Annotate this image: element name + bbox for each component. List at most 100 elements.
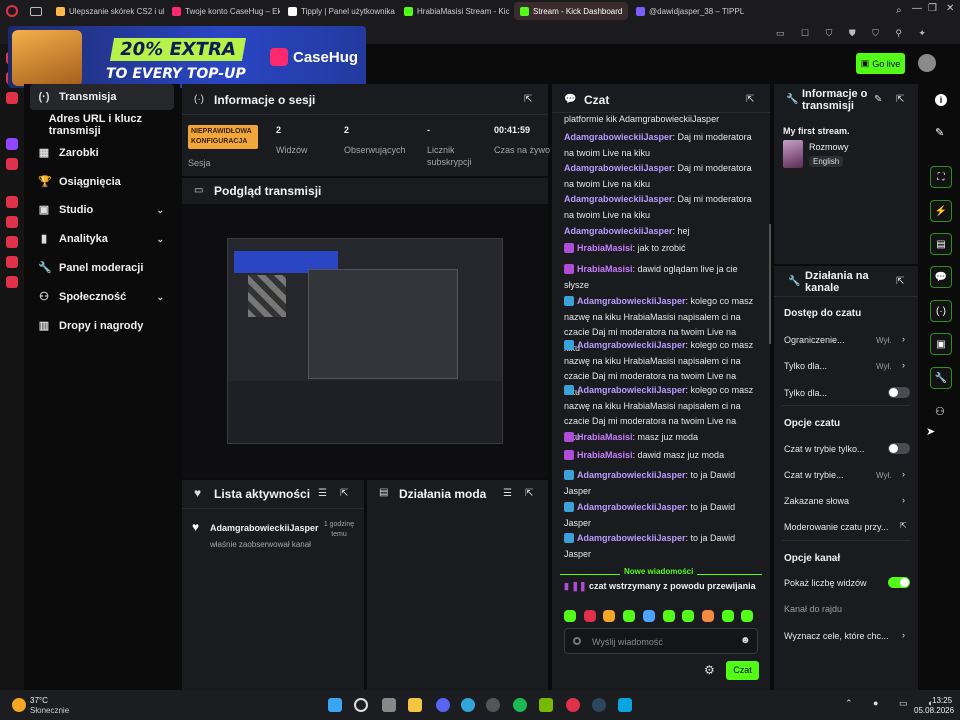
popout-icon[interactable]: ⇱: [896, 94, 904, 105]
emote-icon[interactable]: [642, 610, 655, 622]
tab-overview-icon[interactable]: [30, 6, 42, 16]
chat-username[interactable]: HrabiaMasisi: [577, 243, 633, 253]
emote-icon[interactable]: [564, 610, 576, 622]
avatar[interactable]: [918, 54, 936, 72]
browser-tab[interactable]: @dawidjasper_38 – TIPPLY: [630, 2, 744, 20]
twitch-icon[interactable]: [6, 138, 18, 150]
sidebar-item[interactable]: ▮ Analityka ⌄: [30, 226, 174, 252]
filter-icon[interactable]: ☰: [503, 488, 512, 499]
close-icon[interactable]: ✕: [946, 3, 954, 14]
browser-sidebar-icon[interactable]: [6, 158, 18, 170]
file-explorer-icon[interactable]: [408, 698, 422, 712]
edge-icon[interactable]: [461, 698, 475, 712]
edit-icon[interactable]: ✎: [874, 94, 882, 105]
sidebar-item[interactable]: Adres URL i klucz transmisji: [30, 112, 174, 138]
sidebar-item[interactable]: 🏆 Osiągnięcia: [30, 169, 174, 195]
banned-words-setting[interactable]: Zakazane słowa: [784, 496, 849, 506]
chat-username[interactable]: HrabiaMasisi: [577, 264, 633, 274]
notes-icon[interactable]: ▤: [930, 233, 952, 255]
taskbar-search-icon[interactable]: [354, 698, 368, 712]
chat-scrollbar[interactable]: [769, 224, 771, 344]
browser-extension-icons[interactable]: ▭ ☐ ⛉ ⛊ ⛉ ⚲ ✦: [776, 28, 933, 39]
followers-only-setting[interactable]: Tylko dla...: [784, 361, 827, 371]
emote-icon[interactable]: [701, 610, 714, 622]
community-icon[interactable]: ⚇: [935, 405, 945, 418]
spotify-icon[interactable]: [513, 698, 527, 712]
chat-input[interactable]: Wyślij wiadomość ☻: [564, 628, 758, 654]
chat-username[interactable]: AdamgrabowieckiiJasper: [577, 340, 686, 350]
send-chat-button[interactable]: Czat: [726, 661, 759, 680]
chat-username[interactable]: AdamgrabowieckiiJasper: [564, 226, 673, 236]
sidebar-item[interactable]: ▣ Studio ⌄: [30, 197, 174, 223]
lightning-icon[interactable]: ⚡: [930, 200, 952, 222]
auto-moderation-setting[interactable]: Moderowanie czatu przy...: [784, 522, 888, 532]
chat-username[interactable]: AdamgrabowieckiiJasper: [577, 502, 686, 512]
browser-tab[interactable]: Ulepszanie skórek CS2 i ul: [50, 2, 164, 20]
emote-icon[interactable]: [623, 610, 636, 622]
search-icon[interactable]: ⌕: [896, 5, 902, 16]
chat-username[interactable]: HrabiaMasisi: [577, 450, 633, 460]
emote-icon[interactable]: [662, 610, 675, 622]
browser-sidebar-icon[interactable]: [6, 196, 18, 208]
chat-username[interactable]: AdamgrabowieckiiJasper: [564, 163, 673, 173]
broadcast-icon[interactable]: (·): [930, 300, 952, 322]
browser-sidebar-icon[interactable]: [6, 216, 18, 228]
chevron-right-icon[interactable]: ›: [902, 334, 905, 344]
wrench-icon[interactable]: 🔧: [930, 367, 952, 389]
chat-bubble-icon[interactable]: 💬: [930, 266, 952, 288]
go-live-button[interactable]: ▣ Go live: [856, 53, 905, 74]
chat-username[interactable]: HrabiaMasisi: [577, 432, 633, 442]
casehug-ad-banner[interactable]: 20% EXTRA TO EVERY TOP-UP CaseHug: [8, 26, 366, 88]
steam-icon[interactable]: [592, 698, 606, 712]
layout-icon[interactable]: ▣: [930, 333, 952, 355]
filter-icon[interactable]: ☰: [318, 488, 327, 499]
start-icon[interactable]: [328, 698, 342, 712]
restriction-setting[interactable]: Ograniczenie...: [784, 335, 845, 345]
external-link-icon[interactable]: ⇱: [900, 521, 907, 530]
chevron-right-icon[interactable]: ›: [902, 469, 905, 479]
show-viewer-count-toggle[interactable]: [888, 577, 910, 588]
sidebar-item[interactable]: ▥ Dropy i nagrody: [30, 313, 174, 339]
chevron-right-icon[interactable]: ›: [902, 360, 905, 370]
emote-icon[interactable]: [741, 610, 754, 622]
sidebar-item[interactable]: 🔧 Panel moderacji: [30, 255, 174, 281]
popout-icon[interactable]: ⇱: [340, 488, 348, 499]
emote-icon[interactable]: [682, 610, 695, 622]
chevron-down-icon[interactable]: ⌄: [156, 205, 164, 216]
browser-sidebar-icon[interactable]: [6, 92, 18, 104]
browser-sidebar-icon[interactable]: [6, 236, 18, 248]
browser-tab[interactable]: HrabiaMasisi Stream - Kic: [398, 2, 512, 20]
browser-sidebar-icon[interactable]: [6, 276, 18, 288]
chat-username[interactable]: AdamgrabowieckiiJasper: [564, 194, 673, 204]
chat-username[interactable]: AdamgrabowieckiiJasper: [577, 470, 686, 480]
sidebar-item[interactable]: ⚇ Społeczność ⌄: [30, 284, 174, 310]
chevron-down-icon[interactable]: ⌄: [156, 234, 164, 245]
clock-time[interactable]: 13:25: [932, 696, 952, 705]
browser-sidebar-icon[interactable]: [6, 256, 18, 268]
opera-icon[interactable]: [566, 698, 580, 712]
chat-username[interactable]: AdamgrabowieckiiJasper: [564, 132, 673, 142]
chevron-down-icon[interactable]: ⌄: [156, 292, 164, 303]
emoji-icon[interactable]: ☻: [740, 635, 751, 646]
maximize-icon[interactable]: ❐: [928, 3, 937, 14]
chevron-right-icon[interactable]: ›: [902, 630, 905, 640]
emote-icon[interactable]: [583, 610, 596, 622]
sidebar-item[interactable]: ▦ Zarobki: [30, 140, 174, 166]
edit-icon[interactable]: ✎: [935, 126, 944, 139]
app-icon[interactable]: [618, 698, 632, 712]
chat-settings-icon[interactable]: ⚙: [704, 663, 715, 677]
activity-user[interactable]: AdamgrabowieckiiJasper: [210, 523, 319, 533]
browser-tab[interactable]: Tipply | Panel użytkownika: [282, 2, 396, 20]
weather-temp[interactable]: 37°C: [30, 696, 48, 705]
info-icon[interactable]: i: [935, 94, 947, 106]
chevron-right-icon[interactable]: ›: [902, 495, 905, 505]
obs-icon[interactable]: [486, 698, 500, 712]
browser-logo-icon[interactable]: [6, 5, 18, 17]
chat-username[interactable]: AdamgrabowieckiiJasper: [577, 533, 686, 543]
popout-icon[interactable]: ⇱: [525, 488, 533, 499]
chat-username[interactable]: AdamgrabowieckiiJasper: [577, 296, 686, 306]
slow-mode-setting[interactable]: Czat w trybie...: [784, 470, 844, 480]
set-goals-setting[interactable]: Wyznacz cele, które chc...: [784, 631, 888, 641]
clock-date[interactable]: 05.08.2026: [914, 706, 954, 715]
sidebar-item[interactable]: (·) Transmisja: [30, 84, 174, 110]
